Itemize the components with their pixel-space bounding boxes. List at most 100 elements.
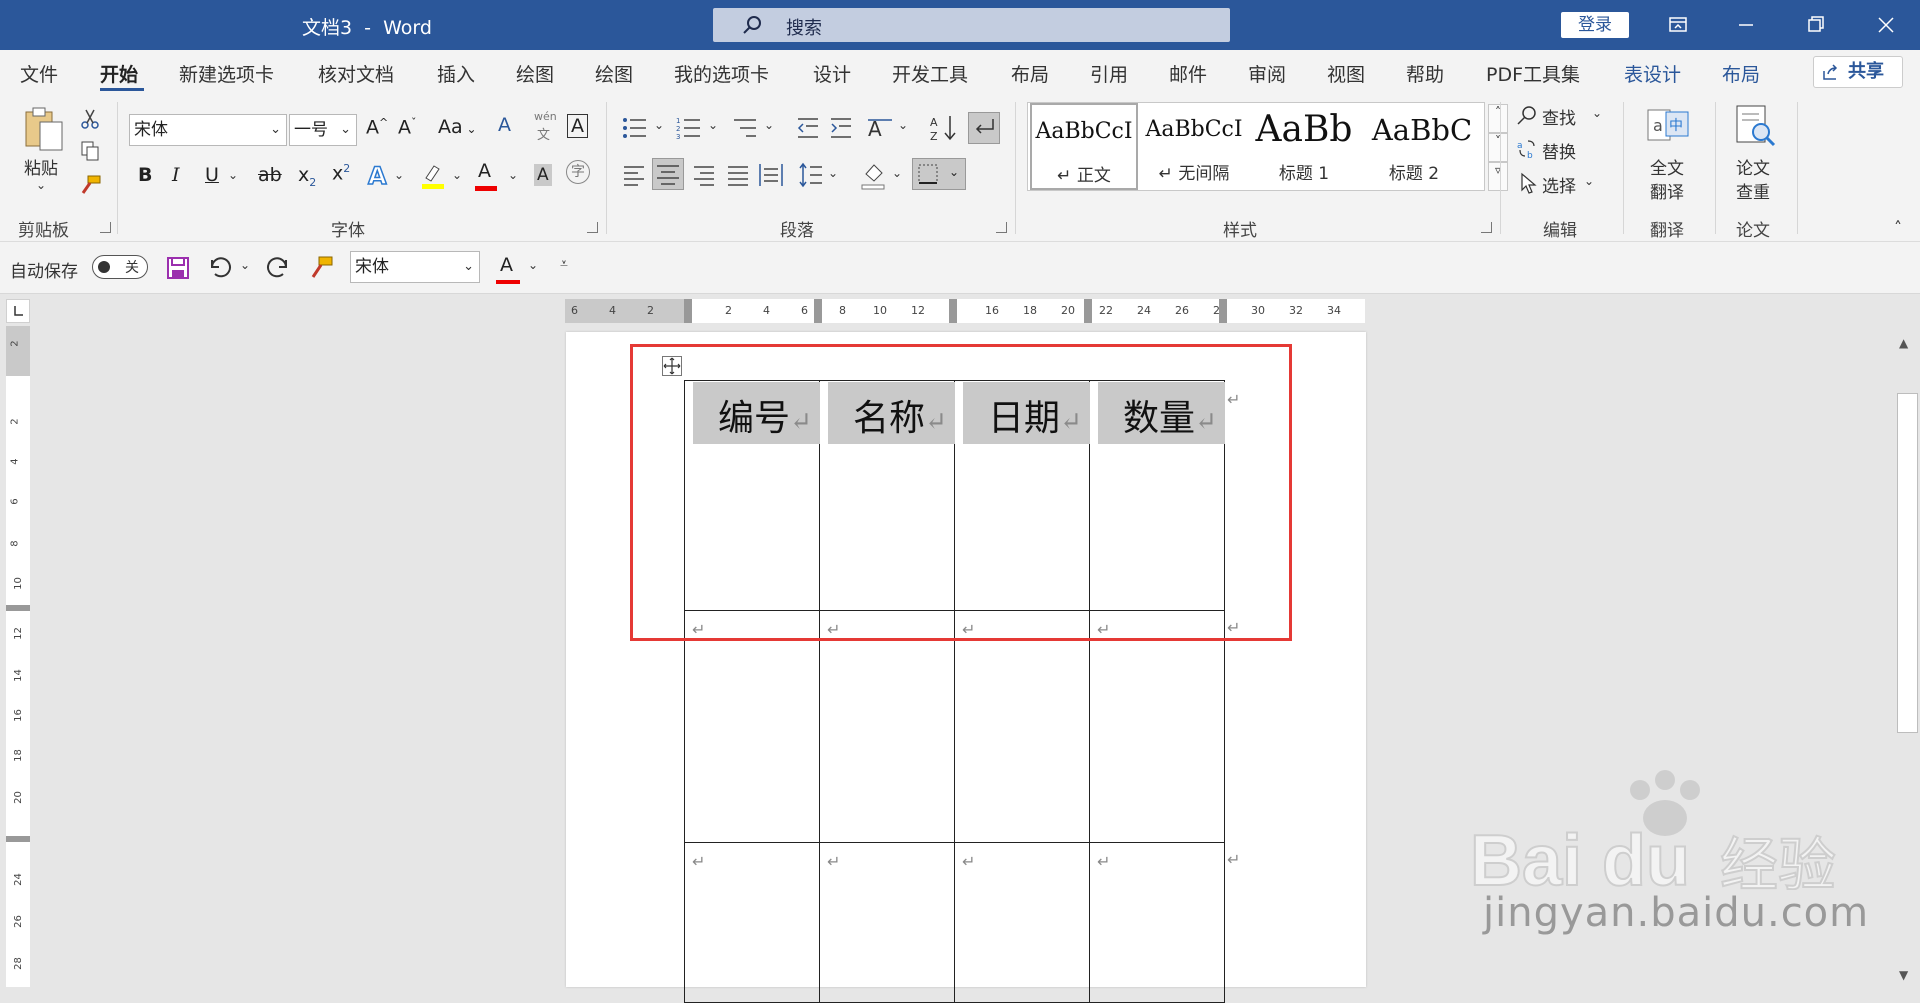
- qat-font-combo[interactable]: 宋体 ⌄: [350, 251, 480, 283]
- paste-label[interactable]: 粘贴: [24, 154, 58, 179]
- table-row-marker[interactable]: [6, 605, 30, 611]
- table-column-marker[interactable]: [1219, 299, 1227, 323]
- scrollbar-thumb[interactable]: [1897, 393, 1918, 733]
- minimize-icon[interactable]: [1731, 10, 1761, 40]
- styles-more-icon[interactable]: ▿: [1488, 162, 1508, 191]
- restore-icon[interactable]: [1801, 10, 1831, 40]
- redo-icon[interactable]: [266, 256, 290, 280]
- shading-icon[interactable]: [860, 160, 888, 190]
- change-case-button[interactable]: Aa ⌄: [438, 116, 477, 138]
- table-row-marker[interactable]: [6, 836, 30, 842]
- style-no-spacing[interactable]: AaBbCcI ↵ 无间隔: [1140, 103, 1248, 190]
- text-effects-icon[interactable]: A: [367, 161, 387, 191]
- phonetic-guide-button[interactable]: wén: [534, 110, 557, 123]
- tab-file[interactable]: 文件: [20, 60, 58, 87]
- justify-icon[interactable]: [726, 164, 750, 186]
- table-cell[interactable]: ↵: [819, 842, 955, 1003]
- bullets-icon[interactable]: [622, 116, 648, 140]
- qat-format-painter-icon[interactable]: [308, 254, 334, 280]
- style-normal[interactable]: AaBbCcI ↵ 正文: [1030, 103, 1138, 190]
- tab-view[interactable]: 视图: [1327, 60, 1365, 87]
- tab-draw-2[interactable]: 绘图: [595, 60, 633, 87]
- align-center-button[interactable]: [652, 158, 684, 190]
- tab-table-layout[interactable]: 布局: [1722, 60, 1760, 87]
- numbering-dropdown-icon[interactable]: ⌄: [708, 118, 718, 132]
- align-right-icon[interactable]: [692, 164, 716, 186]
- scroll-up-icon[interactable]: ▲: [1899, 336, 1908, 350]
- replace-button[interactable]: 替换: [1542, 138, 1576, 163]
- multilevel-dropdown-icon[interactable]: ⌄: [764, 118, 774, 132]
- bullets-dropdown-icon[interactable]: ⌄: [654, 118, 664, 132]
- table-column-marker[interactable]: [949, 299, 957, 323]
- font-size-combo[interactable]: 一号 ⌄: [289, 114, 357, 146]
- share-button[interactable]: 共享: [1813, 56, 1903, 88]
- paste-icon[interactable]: [22, 104, 66, 152]
- qat-font-color-dropdown-icon[interactable]: ⌄: [528, 258, 538, 272]
- tab-pdf-tools[interactable]: PDF工具集: [1486, 60, 1580, 87]
- numbering-icon[interactable]: 123: [676, 116, 702, 140]
- grow-font-button[interactable]: A^: [366, 116, 388, 138]
- paper-check-line2[interactable]: 查重: [1736, 178, 1770, 203]
- translate-line2[interactable]: 翻译: [1650, 178, 1684, 203]
- table-cell[interactable]: ↵: [954, 842, 1090, 1003]
- tab-help[interactable]: 帮助: [1406, 60, 1444, 87]
- copy-icon[interactable]: [80, 140, 100, 162]
- vertical-ruler[interactable]: 2 2 4 6 8 10 12 14 16 18 20 24 26 28: [6, 326, 30, 987]
- tab-developer[interactable]: 开发工具: [892, 60, 968, 87]
- tab-layout[interactable]: 布局: [1011, 60, 1049, 87]
- table-column-marker[interactable]: [814, 299, 822, 323]
- table-cell[interactable]: ↵: [684, 842, 820, 1003]
- tab-new-tab[interactable]: 新建选项卡: [179, 60, 274, 87]
- enclose-characters-icon[interactable]: 字: [566, 160, 590, 184]
- line-spacing-dropdown-icon[interactable]: ⌄: [828, 166, 838, 180]
- character-border-icon[interactable]: A: [567, 114, 588, 138]
- login-button[interactable]: 登录: [1561, 12, 1629, 38]
- tab-review[interactable]: 审阅: [1248, 60, 1286, 87]
- undo-dropdown-icon[interactable]: ⌄: [240, 258, 250, 272]
- translate-line1[interactable]: 全文: [1650, 154, 1684, 179]
- customize-qat-icon[interactable]: ⩡: [560, 256, 568, 272]
- increase-indent-icon[interactable]: [829, 116, 853, 140]
- tab-home[interactable]: 开始: [100, 60, 138, 87]
- sort-icon[interactable]: AZ: [930, 114, 958, 142]
- styles-scroll-up-icon[interactable]: ˄: [1488, 104, 1508, 133]
- table-cell[interactable]: ↵: [1089, 842, 1225, 1003]
- qat-font-color-icon[interactable]: A: [496, 254, 520, 284]
- character-shading-icon[interactable]: A: [534, 164, 552, 186]
- paste-dropdown-icon[interactable]: ⌄: [36, 178, 46, 192]
- table-cell[interactable]: ↵: [954, 610, 1090, 843]
- show-formatting-marks-button[interactable]: [968, 112, 1000, 144]
- tab-references[interactable]: 引用: [1090, 60, 1128, 87]
- table-column-marker[interactable]: [1084, 299, 1092, 323]
- find-icon[interactable]: [1516, 104, 1538, 126]
- superscript-button[interactable]: x2: [332, 162, 350, 184]
- table-cell[interactable]: ↵: [684, 610, 820, 843]
- table-cell[interactable]: ↵: [1089, 610, 1225, 843]
- table-cell[interactable]: ↵: [819, 610, 955, 843]
- decrease-indent-icon[interactable]: [796, 116, 820, 140]
- styles-scroll-down-icon[interactable]: ˅: [1488, 133, 1508, 162]
- tab-mailings[interactable]: 邮件: [1169, 60, 1207, 87]
- bold-button[interactable]: B: [138, 164, 152, 186]
- select-button[interactable]: 选择: [1542, 172, 1576, 197]
- ribbon-display-options-icon[interactable]: [1663, 10, 1693, 40]
- clear-formatting-icon[interactable]: A: [498, 114, 511, 136]
- style-heading-1[interactable]: AaBb 标题 1: [1250, 103, 1358, 190]
- shrink-font-button[interactable]: Aˇ: [398, 116, 417, 138]
- style-heading-2[interactable]: AaBbC 标题 2: [1360, 103, 1484, 190]
- text-effects-dropdown-icon[interactable]: ⌄: [394, 168, 404, 182]
- save-icon[interactable]: [166, 256, 190, 280]
- align-left-icon[interactable]: [622, 164, 646, 186]
- clipboard-launcher-icon[interactable]: [100, 222, 111, 233]
- underline-button[interactable]: U: [205, 164, 219, 186]
- paper-check-icon[interactable]: [1733, 104, 1777, 148]
- scroll-down-icon[interactable]: ▼: [1899, 968, 1908, 982]
- text-direction-dropdown-icon[interactable]: ⌄: [898, 118, 908, 132]
- search-box[interactable]: 搜索: [713, 8, 1230, 42]
- select-dropdown-icon[interactable]: ⌄: [1584, 174, 1594, 188]
- font-color-dropdown-icon[interactable]: ⌄: [508, 168, 518, 182]
- shading-dropdown-icon[interactable]: ⌄: [892, 166, 902, 180]
- format-painter-icon[interactable]: [78, 174, 102, 196]
- highlight-dropdown-icon[interactable]: ⌄: [452, 168, 462, 182]
- font-name-combo[interactable]: 宋体 ⌄: [129, 114, 287, 146]
